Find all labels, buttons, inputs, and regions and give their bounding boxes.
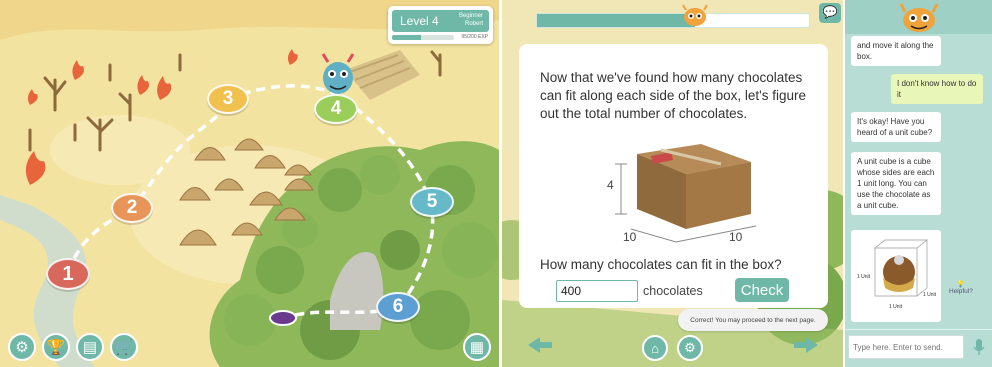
chat-toggle-button[interactable]: 💬 (819, 3, 841, 23)
box-width-label: 10 (623, 230, 637, 244)
question-text: How many chocolates can fit in the box? (540, 257, 782, 272)
cardboard-box-image (615, 144, 757, 243)
chat-divider (845, 329, 992, 330)
level-node-3[interactable]: 3 (207, 84, 249, 114)
cube-label-left: 1 Unit (857, 274, 871, 280)
chat-header (845, 0, 992, 34)
lightbulb-icon: 💡 (956, 281, 965, 288)
next-arrow-button[interactable] (792, 335, 820, 355)
microphone-icon (973, 339, 985, 355)
settings-button[interactable]: ⚙ (677, 335, 703, 361)
settings-button[interactable]: ⚙ (8, 333, 36, 361)
helpful-feedback[interactable]: 💡 Helpful? (949, 280, 973, 295)
notebook-icon: ▤ (82, 339, 98, 356)
rank-label: Beginner (458, 13, 483, 19)
chat-message-user: I don't know how to do it (891, 74, 983, 104)
player-rank-block: Beginner Robert (459, 12, 483, 28)
shop-button[interactable]: 🛒 (110, 333, 138, 361)
tutor-mascot-avatar (899, 3, 939, 32)
level-node-2[interactable]: 2 (111, 193, 153, 223)
box-depth-label: 10 (729, 230, 743, 244)
box-height-label: 4 (607, 178, 614, 192)
level-node-label: 1 (62, 262, 74, 285)
back-arrow-button[interactable] (526, 335, 554, 355)
level-node-5[interactable]: 5 (410, 187, 454, 217)
check-button[interactable]: Check (735, 278, 789, 302)
unit-cube-image-message: 1 Unit 1 Unit 1 Unit (851, 230, 941, 322)
cart-icon: 🛒 (114, 339, 134, 356)
level-node-label: 5 (426, 191, 438, 212)
home-icon: ⌂ (651, 340, 659, 356)
helpful-label: Helpful? (949, 288, 973, 295)
level-node-label: 2 (126, 197, 138, 218)
microphone-button[interactable] (969, 336, 989, 358)
trophy-icon: 🏆 (46, 339, 66, 356)
progress-mascot-icon (682, 4, 708, 26)
chat-input[interactable] (848, 335, 964, 359)
home-button[interactable]: ⌂ (642, 335, 668, 361)
trophy-button[interactable]: 🏆 (42, 333, 70, 361)
chat-message-bot: It's okay! Have you heard of a unit cube… (851, 112, 941, 142)
problem-card: Now that we've found how many chocolates… (519, 44, 828, 308)
chat-bubble-icon: 💬 (822, 5, 838, 19)
exp-text: 95/200 EXP (461, 34, 488, 40)
level-map-panel: Level 4 Beginner Robert 95/200 EXP 1 2 3… (0, 0, 499, 367)
cube-label-bottom: 1 Unit (889, 304, 903, 310)
cube-label-right: 1 Unit (923, 292, 937, 298)
player-name: Robert (464, 21, 483, 27)
problem-panel: 💬 Now that we've found how many chocolat… (502, 0, 843, 367)
level-node-label: 4 (330, 98, 342, 119)
notebook-button[interactable]: ▤ (76, 333, 104, 361)
level-label: Level 4 (400, 14, 439, 28)
level-node-6[interactable]: 6 (376, 292, 420, 322)
map-terrain (0, 0, 499, 367)
level-node-4[interactable]: 4 (314, 94, 358, 124)
level-node-label: 6 (392, 296, 404, 317)
level-card: Level 4 Beginner Robert 95/200 EXP (388, 6, 493, 44)
exp-progress-bar (392, 35, 454, 40)
gear-icon: ⚙ (15, 339, 29, 356)
map-icon: ▦ (469, 339, 485, 356)
answer-unit-label: chocolates (643, 284, 703, 298)
lesson-progress-fill (537, 14, 695, 27)
chat-panel: and move it along the box. I don't know … (845, 0, 992, 367)
level-node-label: 3 (222, 88, 234, 109)
exp-progress-fill (392, 35, 422, 40)
level-node-1[interactable]: 1 (46, 258, 90, 290)
map-button[interactable]: ▦ (463, 333, 491, 361)
problem-text: Now that we've found how many chocolates… (540, 70, 806, 121)
chat-message-bot: A unit cube is a cube whose sides are ea… (851, 152, 941, 215)
box-figure: 4 10 10 (601, 134, 761, 244)
feedback-toast: Correct! You may proceed to the next pag… (678, 309, 828, 331)
gear-icon: ⚙ (684, 340, 696, 355)
chat-message-bot: and move it along the box. (851, 36, 941, 66)
answer-input[interactable] (556, 280, 638, 302)
lesson-progress-bar (536, 13, 810, 28)
map-toolbar: ⚙ 🏆 ▤ 🛒 (8, 333, 138, 361)
level-header: Level 4 Beginner Robert (392, 10, 489, 32)
